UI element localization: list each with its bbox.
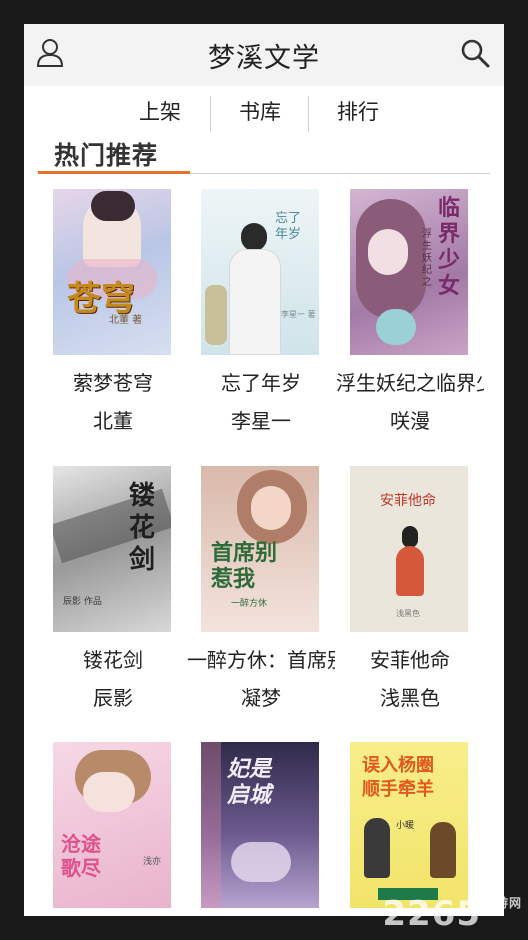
book-author: 李星一 xyxy=(231,409,291,433)
book-cover[interactable]: 安菲他命 浅黑色 xyxy=(350,466,468,632)
book-title[interactable]: 安菲他命 xyxy=(336,644,484,673)
watermark: 2265 手游网 xyxy=(382,894,522,934)
book-cover[interactable]: 首席别惹我 一醉方休 xyxy=(201,466,319,632)
book-cover[interactable]: 妃是启城 xyxy=(201,742,319,908)
book-author: 北董 xyxy=(93,409,133,433)
app-screen: 梦溪文学 上架 书库 排行 热门推荐 苍穹 北董 著 萦梦苍穹 北董 忘了年岁 … xyxy=(24,24,504,916)
book-title[interactable]: 萦梦苍穹 xyxy=(39,367,187,396)
book-cover[interactable]: 忘了年岁 李星一 著 xyxy=(201,189,319,355)
book-cover[interactable]: 镂花剑 辰影 作品 xyxy=(53,466,171,632)
book-cover[interactable]: 误入杨圈 顺手牵羊 小暖 xyxy=(350,742,468,908)
book-title[interactable]: 一醉方休：首席别惹我 xyxy=(187,644,335,673)
book-cover[interactable]: 临界少女 浮生妖纪之 xyxy=(350,189,468,355)
book-title[interactable]: 忘了年岁 xyxy=(187,367,335,396)
book-grid: 苍穹 北董 著 萦梦苍穹 北董 忘了年岁 李星一 著 忘了年岁 李星一 临界少女 xyxy=(24,24,504,916)
book-author: 凝梦 xyxy=(241,686,281,710)
book-title[interactable]: 镂花剑 xyxy=(39,644,187,673)
book-cover[interactable]: 苍穹 北董 著 xyxy=(53,189,171,355)
book-author: 浅黑色 xyxy=(380,686,440,710)
book-title[interactable]: 浮生妖纪之临界少女 xyxy=(336,367,484,396)
book-author: 咲漫 xyxy=(390,409,430,433)
book-cover[interactable]: 沧途歌尽 浅亦 xyxy=(53,742,171,908)
book-author: 辰影 xyxy=(93,686,133,710)
